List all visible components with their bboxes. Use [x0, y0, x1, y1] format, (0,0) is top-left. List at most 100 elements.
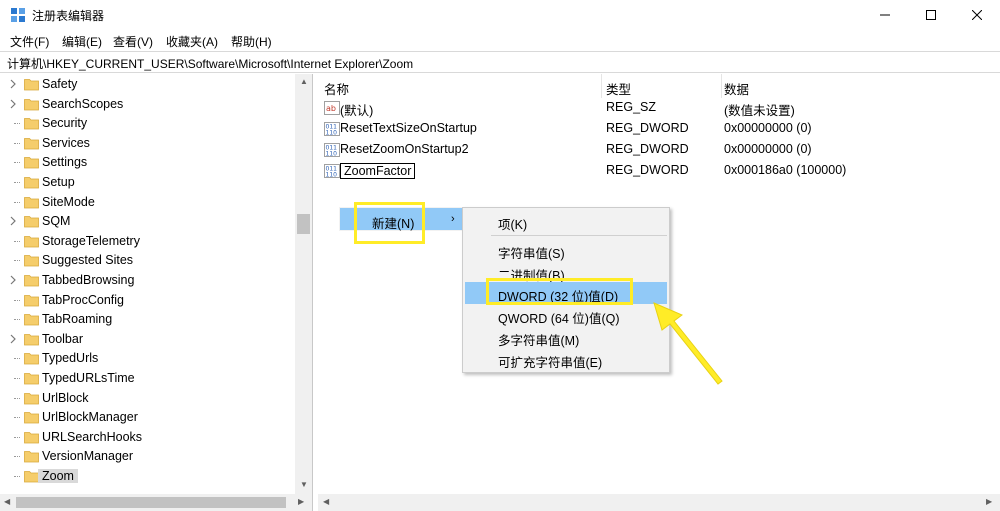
tree-connector	[14, 358, 20, 360]
chevron-right-icon[interactable]	[8, 78, 18, 90]
column-header-name-label: 名称	[324, 83, 350, 97]
tree-connector	[14, 260, 20, 262]
tree-item[interactable]: Safety	[0, 75, 295, 95]
tree-item[interactable]: TypedURLsTime	[0, 369, 295, 389]
submenu-item-qword-value[interactable]: QWORD (64 位)值(Q)	[465, 304, 667, 326]
scroll-right-icon[interactable]: ▶	[298, 497, 304, 506]
tree-item[interactable]: SearchScopes	[0, 95, 295, 115]
tree-horizontal-scroll-thumb[interactable]	[16, 497, 286, 508]
submenu-item-string-value[interactable]: 字符串值(S)	[465, 239, 667, 261]
menu-help[interactable]: 帮助(H)	[231, 33, 272, 50]
tree-item[interactable]: TypedUrls	[0, 349, 295, 369]
folder-icon	[24, 79, 39, 91]
submenu-item-key[interactable]: 项(K)	[465, 210, 667, 232]
tree-item[interactable]: TabRoaming	[0, 310, 295, 330]
tree-item[interactable]: Suggested Sites	[0, 251, 295, 271]
tree-item[interactable]: Zoom	[0, 467, 295, 487]
value-row[interactable]: 011 110 ResetZoomOnStartup2 REG_DWORD 0x…	[318, 140, 978, 161]
tree-item[interactable]: UrlBlockManager	[0, 408, 295, 428]
svg-text:110: 110	[326, 130, 338, 137]
folder-icon	[24, 451, 39, 463]
folder-icon	[24, 275, 39, 287]
tree-item[interactable]: Setup	[0, 173, 295, 193]
chevron-right-icon: ›	[451, 213, 455, 225]
submenu-item-multi-string-value[interactable]: 多字符串值(M)	[465, 326, 667, 348]
tree-vertical-scroll-thumb[interactable]	[297, 214, 310, 234]
tree-vertical-scrollbar[interactable]: ▲ ▼	[295, 74, 312, 494]
close-icon	[972, 10, 982, 20]
tree-item[interactable]: StorageTelemetry	[0, 232, 295, 252]
address-bar[interactable]: 计算机\HKEY_CURRENT_USER\Software\Microsoft…	[0, 51, 1000, 73]
value-data: 0x000186a0 (100000)	[724, 163, 847, 177]
folder-icon	[24, 294, 39, 306]
column-header-type[interactable]: 类型	[606, 74, 722, 98]
tree-item[interactable]: VersionManager	[0, 447, 295, 467]
tree-item[interactable]: TabbedBrowsing	[0, 271, 295, 291]
column-header-data[interactable]: 数据	[724, 74, 978, 98]
tree-horizontal-scrollbar[interactable]: ◀ ▶	[0, 494, 312, 511]
scroll-right-icon[interactable]: ▶	[986, 497, 992, 506]
scroll-down-icon[interactable]: ▼	[300, 480, 308, 489]
tree-item-label: Toolbar	[42, 331, 83, 346]
maximize-icon	[926, 10, 936, 20]
tree-item-label: URLSearchHooks	[42, 429, 143, 444]
tree-item[interactable]: SQM	[0, 212, 295, 232]
folder-icon	[24, 157, 39, 169]
scroll-left-icon[interactable]: ◀	[4, 497, 10, 506]
tree-item-label: Safety	[42, 77, 78, 91]
folder-icon	[24, 255, 39, 267]
key-tree-pane: Safety SearchScopes Security Services Settin…	[0, 74, 313, 511]
submenu-item-expandable-string-value[interactable]: 可扩充字符串值(E)	[465, 348, 667, 370]
value-type: REG_DWORD	[606, 121, 689, 135]
tree-connector	[14, 123, 20, 125]
value-name: (默认)	[340, 104, 374, 118]
chevron-right-icon[interactable]	[8, 98, 18, 110]
menu-edit[interactable]: 编辑(E)	[62, 33, 102, 50]
close-button[interactable]	[954, 0, 1000, 30]
value-row[interactable]: 011 110 ZoomFactor REG_DWORD 0x000186a0 …	[318, 161, 978, 182]
chevron-right-icon[interactable]	[8, 215, 18, 227]
tree-item-label: UrlBlock	[42, 390, 89, 405]
tree-item[interactable]: URLSearchHooks	[0, 428, 295, 448]
chevron-right-icon[interactable]	[8, 274, 18, 286]
submenu-item-label: 可扩充字符串值(E)	[498, 356, 603, 370]
menu-favorites[interactable]: 收藏夹(A)	[166, 33, 218, 50]
folder-icon	[24, 412, 39, 424]
tree-item[interactable]: Security	[0, 114, 295, 134]
tree-item[interactable]: Toolbar	[0, 330, 295, 350]
minimize-button[interactable]	[862, 0, 908, 30]
tree-item-label: SearchScopes	[42, 96, 124, 111]
column-header-name[interactable]: 名称	[324, 74, 602, 98]
value-type: REG_DWORD	[606, 142, 689, 156]
tree-item[interactable]: SiteMode	[0, 193, 295, 213]
tree-item[interactable]: Settings	[0, 153, 295, 173]
value-row[interactable]: 011 110 ResetTextSizeOnStartup REG_DWORD…	[318, 119, 978, 140]
tree-item[interactable]: Services	[0, 134, 295, 154]
scroll-up-icon[interactable]: ▲	[300, 77, 308, 86]
chevron-right-icon[interactable]	[8, 333, 18, 345]
submenu-item-label: 项(K)	[498, 218, 528, 232]
value-row[interactable]: ab (默认) REG_SZ (数值未设置)	[318, 98, 978, 119]
maximize-button[interactable]	[908, 0, 954, 30]
tree-item-label: Zoom	[38, 469, 78, 483]
svg-text:ab: ab	[326, 104, 336, 113]
tree-item[interactable]: TabProcConfig	[0, 291, 295, 311]
regedit-app-icon	[11, 8, 25, 22]
binary-value-icon: 011 110	[324, 164, 340, 179]
column-header-type-label: 类型	[606, 83, 632, 97]
scroll-left-icon[interactable]: ◀	[323, 497, 329, 506]
folder-icon	[24, 392, 39, 404]
menu-view[interactable]: 查看(V)	[113, 33, 153, 50]
tree-connector	[14, 436, 20, 438]
tree-item[interactable]: UrlBlock	[0, 389, 295, 409]
tree-connector	[14, 142, 20, 144]
values-horizontal-scrollbar[interactable]: ◀ ▶	[318, 494, 1000, 511]
menu-file[interactable]: 文件(F)	[10, 33, 49, 50]
folder-icon	[24, 471, 39, 483]
tree-item-label: Suggested Sites	[42, 253, 134, 268]
tree-item-label: TabRoaming	[42, 312, 113, 327]
tree-item-label: UrlBlockManager	[42, 410, 138, 425]
annotation-arrow-icon	[653, 302, 723, 385]
svg-text:110: 110	[326, 151, 338, 158]
value-name-rename-field[interactable]: ZoomFactor	[340, 163, 416, 179]
